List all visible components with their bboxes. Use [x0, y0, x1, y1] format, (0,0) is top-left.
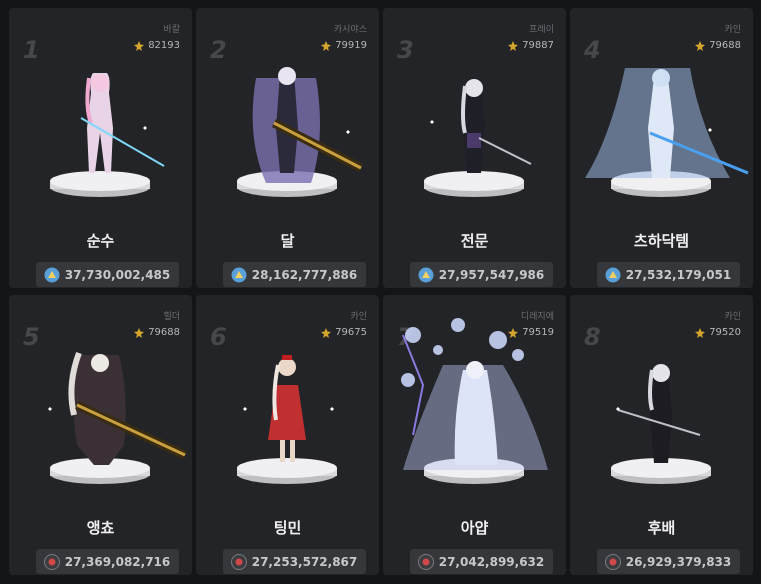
damage-box: 28,162,777,886: [223, 262, 366, 287]
damage-value: 27,042,899,632: [438, 554, 545, 569]
character-avatar: [401, 318, 548, 484]
damage-value: 27,532,179,051: [625, 267, 732, 282]
damage-value: 27,957,547,986: [438, 267, 545, 282]
character-name: 앵쵸: [86, 519, 115, 537]
character-card[interactable]: 7 디레지에 79519 아얍 27,042,899,632: [383, 295, 566, 575]
character-card[interactable]: 8 카인 79520 후배 26,929,379,833: [570, 295, 753, 575]
character-card[interactable]: 6 카인 79675 팅민 27,253,572,867: [196, 295, 379, 575]
damage-box: 27,253,572,867: [223, 549, 366, 574]
damage-icon: [605, 553, 621, 570]
buffer-icon: [605, 267, 621, 282]
character-avatar: [50, 73, 165, 197]
character-name: 순수: [86, 232, 115, 250]
damage-value: 27,369,082,716: [64, 554, 171, 569]
damage-box: 27,369,082,716: [36, 549, 179, 574]
damage-box: 26,929,379,833: [597, 549, 740, 574]
ranking-grid: 1 바칼 82193 순수 37,730,002,485 2 카시야스 7991…: [0, 0, 761, 584]
character-name: 전문: [460, 232, 489, 250]
character-name: 달: [280, 232, 295, 250]
character-avatar: [237, 355, 337, 484]
damage-box: 27,532,179,051: [597, 262, 740, 287]
character-avatar: [237, 67, 364, 197]
character-avatar: [611, 364, 711, 484]
damage-value: 37,730,002,485: [64, 267, 171, 282]
character-avatar: [424, 79, 532, 197]
character-card[interactable]: 5 힐더 79688 앵쵸 27,369,082,716: [9, 295, 192, 575]
character-avatar: [48, 351, 187, 484]
damage-box: 27,042,899,632: [410, 549, 553, 574]
character-name: 츠하닥템: [633, 232, 690, 250]
character-card[interactable]: 3 프레이 79887 전문 27,957,547,986: [383, 8, 566, 288]
damage-value: 27,253,572,867: [251, 554, 358, 569]
character-card[interactable]: 2 카시야스 79919 달 28,162,777,886: [196, 8, 379, 288]
damage-box: 27,957,547,986: [410, 262, 553, 287]
character-card[interactable]: 4 카인 79688 츠하닥템 27,532,179,051: [570, 8, 753, 288]
character-name: 아얍: [460, 519, 489, 537]
buffer-icon: [231, 267, 247, 282]
damage-icon: [418, 553, 434, 570]
damage-icon: [44, 553, 60, 570]
buffer-icon: [44, 267, 60, 282]
damage-value: 26,929,379,833: [625, 554, 732, 569]
character-name: 팅민: [273, 519, 302, 537]
damage-box: 37,730,002,485: [36, 262, 179, 287]
buffer-icon: [418, 267, 434, 282]
damage-value: 28,162,777,886: [251, 267, 358, 282]
character-avatar: [585, 68, 749, 197]
character-name: 후배: [647, 519, 676, 537]
character-card[interactable]: 1 바칼 82193 순수 37,730,002,485: [9, 8, 192, 288]
damage-icon: [231, 553, 247, 570]
